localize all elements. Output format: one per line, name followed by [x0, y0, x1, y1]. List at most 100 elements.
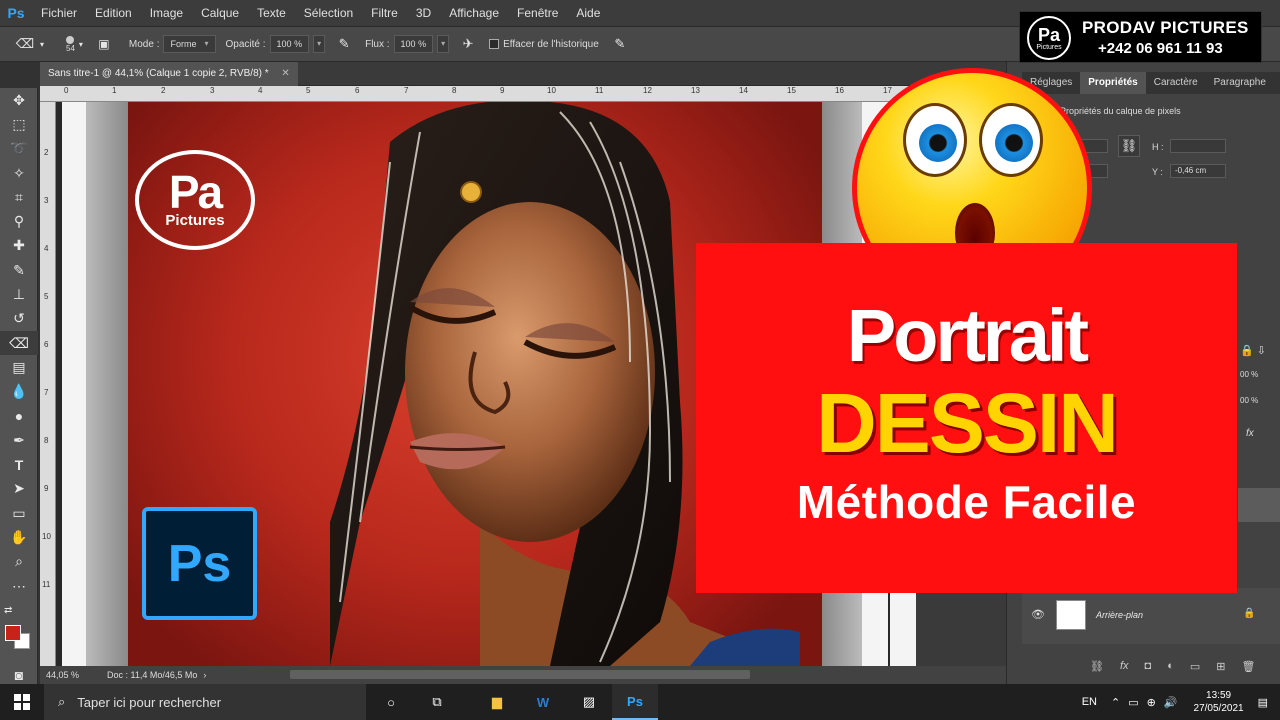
- photoshop-logo[interactable]: Ps: [0, 0, 32, 26]
- eraser-tool-icon[interactable]: ⌫: [14, 33, 36, 55]
- selected-layer-row[interactable]: [1238, 488, 1280, 522]
- move-tool-icon[interactable]: ✥: [0, 88, 38, 112]
- menu-filtre[interactable]: Filtre: [362, 0, 407, 26]
- menu-3d[interactable]: 3D: [407, 0, 440, 26]
- eraser-tool-icon[interactable]: ⌫: [0, 330, 38, 356]
- doc-info[interactable]: Doc : 11,4 Mo/46,5 Mo: [107, 670, 197, 680]
- volume-icon[interactable]: 🔊: [1164, 696, 1178, 709]
- menu-fenetre[interactable]: Fenêtre: [508, 0, 567, 26]
- eye-icon[interactable]: 👁: [1031, 608, 1045, 621]
- layer-panel-footer: ⛓ fx ◘ ◐ ▭ ⊞ 🗑: [1090, 660, 1280, 678]
- more-tools-icon[interactable]: ⋯: [0, 574, 38, 598]
- tab-caractere[interactable]: Caractère: [1146, 72, 1206, 94]
- height-field[interactable]: [1170, 139, 1226, 153]
- document-tab[interactable]: Sans titre-1 @ 44,1% (Calque 1 copie 2, …: [40, 62, 298, 86]
- notifications-icon[interactable]: ▤: [1258, 696, 1268, 709]
- fx-label[interactable]: fx: [1246, 428, 1254, 439]
- airbrush-icon[interactable]: ✈: [457, 33, 479, 55]
- menu-selection[interactable]: Sélection: [295, 0, 362, 26]
- opacity-dropdown[interactable]: ▾: [313, 35, 326, 53]
- logo-text: Pa: [168, 165, 223, 218]
- tab-paragraphe[interactable]: Paragraphe: [1206, 72, 1274, 94]
- taskbar-search[interactable]: ⌕ Taper ici pour rechercher: [44, 684, 366, 720]
- close-icon[interactable]: ✕: [281, 68, 289, 79]
- y-field[interactable]: -0,46 cm: [1170, 164, 1226, 178]
- adjustment-icon[interactable]: ◐: [1167, 660, 1174, 678]
- ruler-label: 11: [42, 580, 51, 589]
- chevron-up-icon[interactable]: ⌃: [1111, 696, 1120, 709]
- eyedropper-tool-icon[interactable]: ⚲: [0, 209, 38, 233]
- new-layer-icon[interactable]: ⊞: [1216, 660, 1225, 678]
- marquee-tool-icon[interactable]: ⬚: [0, 112, 38, 136]
- layer-name: Arrière-plan: [1096, 610, 1144, 620]
- language-indicator[interactable]: EN: [1082, 696, 1097, 708]
- path-select-tool-icon[interactable]: ➤: [0, 477, 38, 501]
- status-arrow-icon[interactable]: ›: [203, 670, 206, 680]
- fill-fragment: 00 %: [1240, 396, 1259, 405]
- pen-tool-icon[interactable]: ✒: [0, 428, 38, 452]
- menu-calque[interactable]: Calque: [192, 0, 248, 26]
- dodge-tool-icon[interactable]: ●: [0, 404, 38, 428]
- title-line-3: Méthode Facile: [796, 476, 1137, 528]
- photoshop-taskbar-icon[interactable]: Ps: [612, 684, 658, 720]
- quick-select-tool-icon[interactable]: ✧: [0, 161, 38, 185]
- stamp-tool-icon[interactable]: ⊥: [0, 282, 38, 306]
- shape-tool-icon[interactable]: ▭: [0, 501, 38, 525]
- menu-edition[interactable]: Edition: [86, 0, 141, 26]
- task-view-icon[interactable]: ⧉: [414, 684, 460, 720]
- brush-tool-icon[interactable]: ✎: [0, 258, 38, 282]
- opacity-input[interactable]: 100 %: [269, 35, 310, 53]
- link-layers-icon[interactable]: ⛓: [1090, 660, 1104, 678]
- zoom-level[interactable]: 44,05 %: [46, 670, 79, 680]
- layer-thumbnail: [1056, 600, 1086, 630]
- pressure-size-icon[interactable]: ✎: [609, 33, 631, 55]
- crop-tool-icon[interactable]: ⌗: [0, 185, 38, 209]
- blur-tool-icon[interactable]: 💧: [0, 380, 38, 404]
- menu-texte[interactable]: Texte: [248, 0, 295, 26]
- word-icon[interactable]: W: [520, 684, 566, 720]
- eye-right: [979, 103, 1043, 177]
- ruler-label: 6: [355, 86, 360, 95]
- file-explorer-icon[interactable]: ▆: [474, 684, 520, 720]
- type-tool-icon[interactable]: T: [0, 452, 38, 476]
- windows-start-icon[interactable]: [0, 684, 44, 720]
- erase-history-checkbox[interactable]: [489, 39, 500, 49]
- battery-icon[interactable]: ▭: [1128, 696, 1138, 709]
- hand-tool-icon[interactable]: ✋: [0, 525, 38, 549]
- ruler-label: 4: [44, 244, 49, 253]
- lock-icon: 🔒: [1243, 608, 1256, 619]
- clock[interactable]: 13:59 27/05/2021: [1194, 689, 1244, 715]
- history-brush-tool-icon[interactable]: ↺: [0, 307, 38, 331]
- flow-dropdown[interactable]: ▾: [437, 35, 450, 53]
- pressure-opacity-icon[interactable]: ✎: [333, 33, 355, 55]
- brush-panel-icon[interactable]: ▣: [93, 33, 115, 55]
- healing-tool-icon[interactable]: ✚: [0, 234, 38, 258]
- lasso-tool-icon[interactable]: ➰: [0, 137, 38, 161]
- chevron-down-icon[interactable]: ▾: [36, 33, 48, 55]
- photos-icon[interactable]: ▨: [566, 684, 612, 720]
- trash-icon[interactable]: 🗑: [1241, 660, 1255, 678]
- mask-icon[interactable]: ◘: [1145, 660, 1152, 678]
- foreground-color-swatch[interactable]: [5, 624, 21, 641]
- tab-proprietes[interactable]: Propriétés: [1080, 72, 1146, 94]
- brush-size-picker[interactable]: 54: [66, 35, 75, 53]
- layer-panel-icons[interactable]: 🔒 ⇩: [1240, 344, 1266, 357]
- network-icon[interactable]: ⊕: [1147, 696, 1156, 709]
- folder-icon[interactable]: ▭: [1190, 660, 1200, 678]
- mode-select[interactable]: Forme ▾: [163, 35, 216, 53]
- flow-input[interactable]: 100 %: [393, 35, 434, 53]
- menu-image[interactable]: Image: [141, 0, 192, 26]
- y-value: -0,46 cm: [1175, 166, 1207, 175]
- menu-fichier[interactable]: Fichier: [32, 0, 86, 26]
- zoom-tool-icon[interactable]: ⌕: [0, 550, 38, 574]
- chevron-down-icon[interactable]: ▾: [75, 33, 87, 55]
- swap-colors-icon[interactable]: ⇄: [0, 598, 38, 622]
- cortana-icon[interactable]: ○: [368, 684, 414, 720]
- horizontal-scrollbar[interactable]: [290, 670, 750, 679]
- link-icon[interactable]: ⛓: [1118, 135, 1140, 157]
- panel-tabs: Réglages Propriétés Caractère Paragraphe: [1022, 72, 1280, 94]
- menu-aide[interactable]: Aide: [567, 0, 609, 26]
- menu-affichage[interactable]: Affichage: [440, 0, 508, 26]
- fx-icon[interactable]: fx: [1120, 660, 1129, 678]
- gradient-tool-icon[interactable]: ▤: [0, 355, 38, 379]
